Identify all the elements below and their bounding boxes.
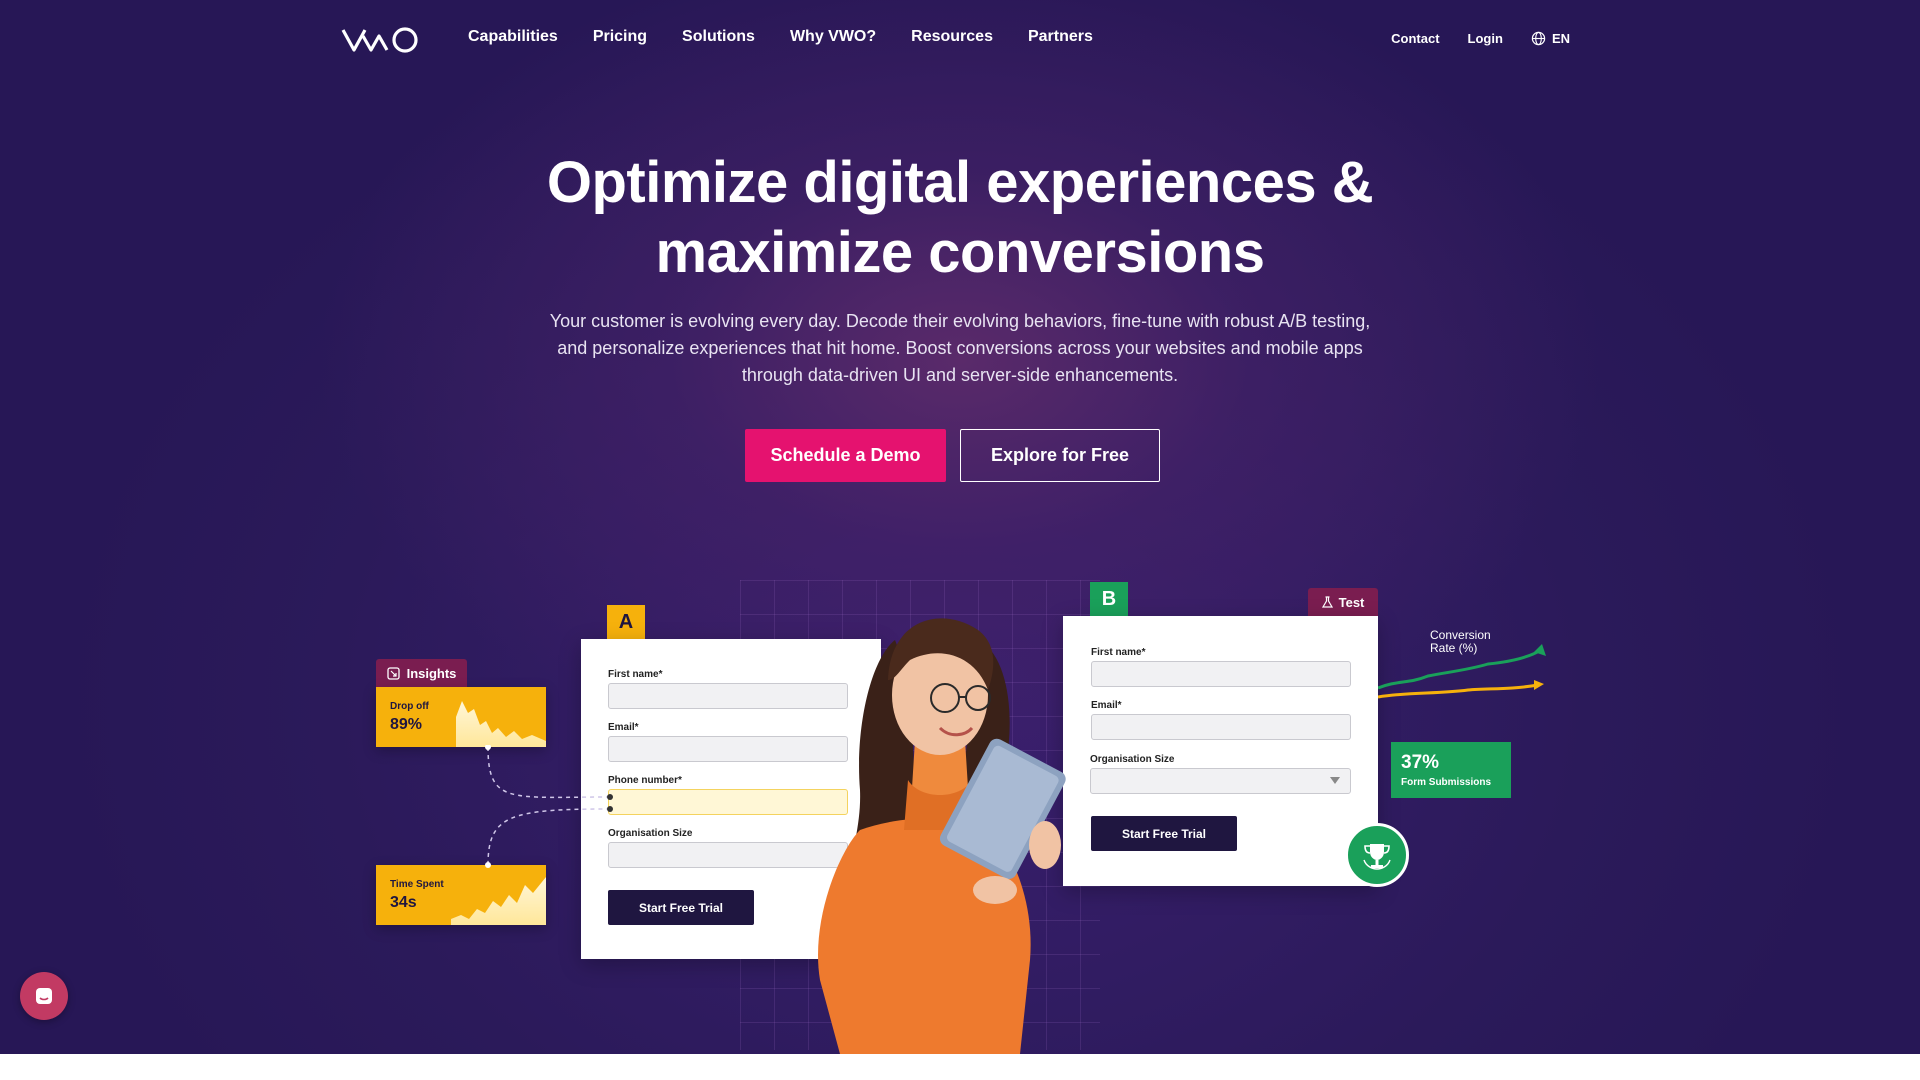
time-spent-value: 34s: [390, 894, 417, 911]
chat-icon: [36, 988, 52, 1004]
insights-icon: [386, 666, 400, 680]
trophy-icon: [1363, 844, 1391, 870]
globe-icon: [1531, 31, 1546, 46]
hero-headline: Optimize digital experiences & maximize …: [360, 148, 1560, 288]
variant-a-tag: A: [607, 605, 645, 639]
drop-off-card: Drop off 89%: [376, 687, 546, 747]
nav-partners[interactable]: Partners: [1028, 28, 1093, 46]
schedule-demo-button[interactable]: Schedule a Demo: [745, 429, 946, 482]
subtitle-line-3: through data-driven UI and server-side e…: [741, 365, 1179, 385]
headline-line-1: Optimize digital experiences &: [546, 150, 1374, 215]
language-label: EN: [1551, 31, 1570, 46]
language-selector[interactable]: EN: [1531, 31, 1570, 46]
insights-label: Insights: [406, 665, 457, 681]
conversion-trend-arrows: [1378, 644, 1546, 699]
flask-icon: [1321, 596, 1333, 608]
form-b-first-name-input[interactable]: [1091, 661, 1351, 687]
form-b-start-trial-button[interactable]: Start Free Trial: [1091, 816, 1237, 851]
form-a-label-first-name: First name*: [608, 669, 663, 680]
nav-resources[interactable]: Resources: [911, 28, 993, 46]
nav-why-vwo[interactable]: Why VWO?: [790, 28, 876, 46]
form-submissions-label: Form Submissions: [1401, 777, 1492, 788]
form-b-email-input[interactable]: [1091, 714, 1351, 740]
hero-section: Capabilities Pricing Solutions Why VWO? …: [0, 0, 1920, 1054]
time-spent-sparkline: [451, 877, 546, 925]
contact-link[interactable]: Contact: [1391, 31, 1439, 46]
form-a-label-email: Email*: [608, 722, 639, 733]
form-b-label-org-size: Organisation Size: [1090, 754, 1175, 765]
explore-free-button[interactable]: Explore for Free: [960, 429, 1160, 482]
hero-subtitle: Your customer is evolving every day. Dec…: [540, 308, 1380, 389]
form-b-org-size-select[interactable]: [1090, 768, 1351, 794]
main-nav: Capabilities Pricing Solutions Why VWO? …: [468, 28, 1128, 46]
form-submissions-value: 37%: [1401, 752, 1440, 773]
vwo-logo[interactable]: [341, 26, 421, 54]
drop-off-label: Drop off: [390, 701, 429, 712]
winner-badge: [1345, 823, 1409, 887]
subtitle-line-2: and personalize experiences that hit hom…: [557, 338, 1363, 358]
connector-lines: [485, 745, 613, 868]
time-spent-label: Time Spent: [390, 879, 444, 890]
chat-widget-button[interactable]: [20, 972, 68, 1020]
test-label: Test: [1338, 594, 1365, 610]
headline-line-2: maximize conversions: [655, 220, 1265, 285]
test-tag: Test: [1308, 588, 1378, 616]
form-a-start-trial-button[interactable]: Start Free Trial: [608, 890, 754, 925]
nav-solutions[interactable]: Solutions: [682, 28, 755, 46]
woman-with-tablet-image: [818, 618, 1066, 1054]
form-a-label-org-size: Organisation Size: [608, 828, 693, 839]
subtitle-line-1: Your customer is evolving every day. Dec…: [549, 311, 1371, 331]
variant-b-form: First name* Email* Organisation Size Sta…: [1063, 616, 1378, 886]
nav-right: Contact Login EN: [1391, 31, 1570, 46]
insights-tag: Insights: [376, 659, 467, 687]
time-spent-card: Time Spent 34s: [376, 865, 546, 925]
nav-capabilities[interactable]: Capabilities: [468, 28, 558, 46]
drop-off-sparkline: [456, 701, 546, 747]
login-link[interactable]: Login: [1468, 31, 1503, 46]
chevron-down-icon: [1330, 777, 1340, 784]
nav-pricing[interactable]: Pricing: [593, 28, 647, 46]
form-submissions-card: 37% Form Submissions: [1391, 742, 1511, 798]
drop-off-value: 89%: [390, 716, 423, 733]
page-below-fold: [0, 1054, 1920, 1080]
